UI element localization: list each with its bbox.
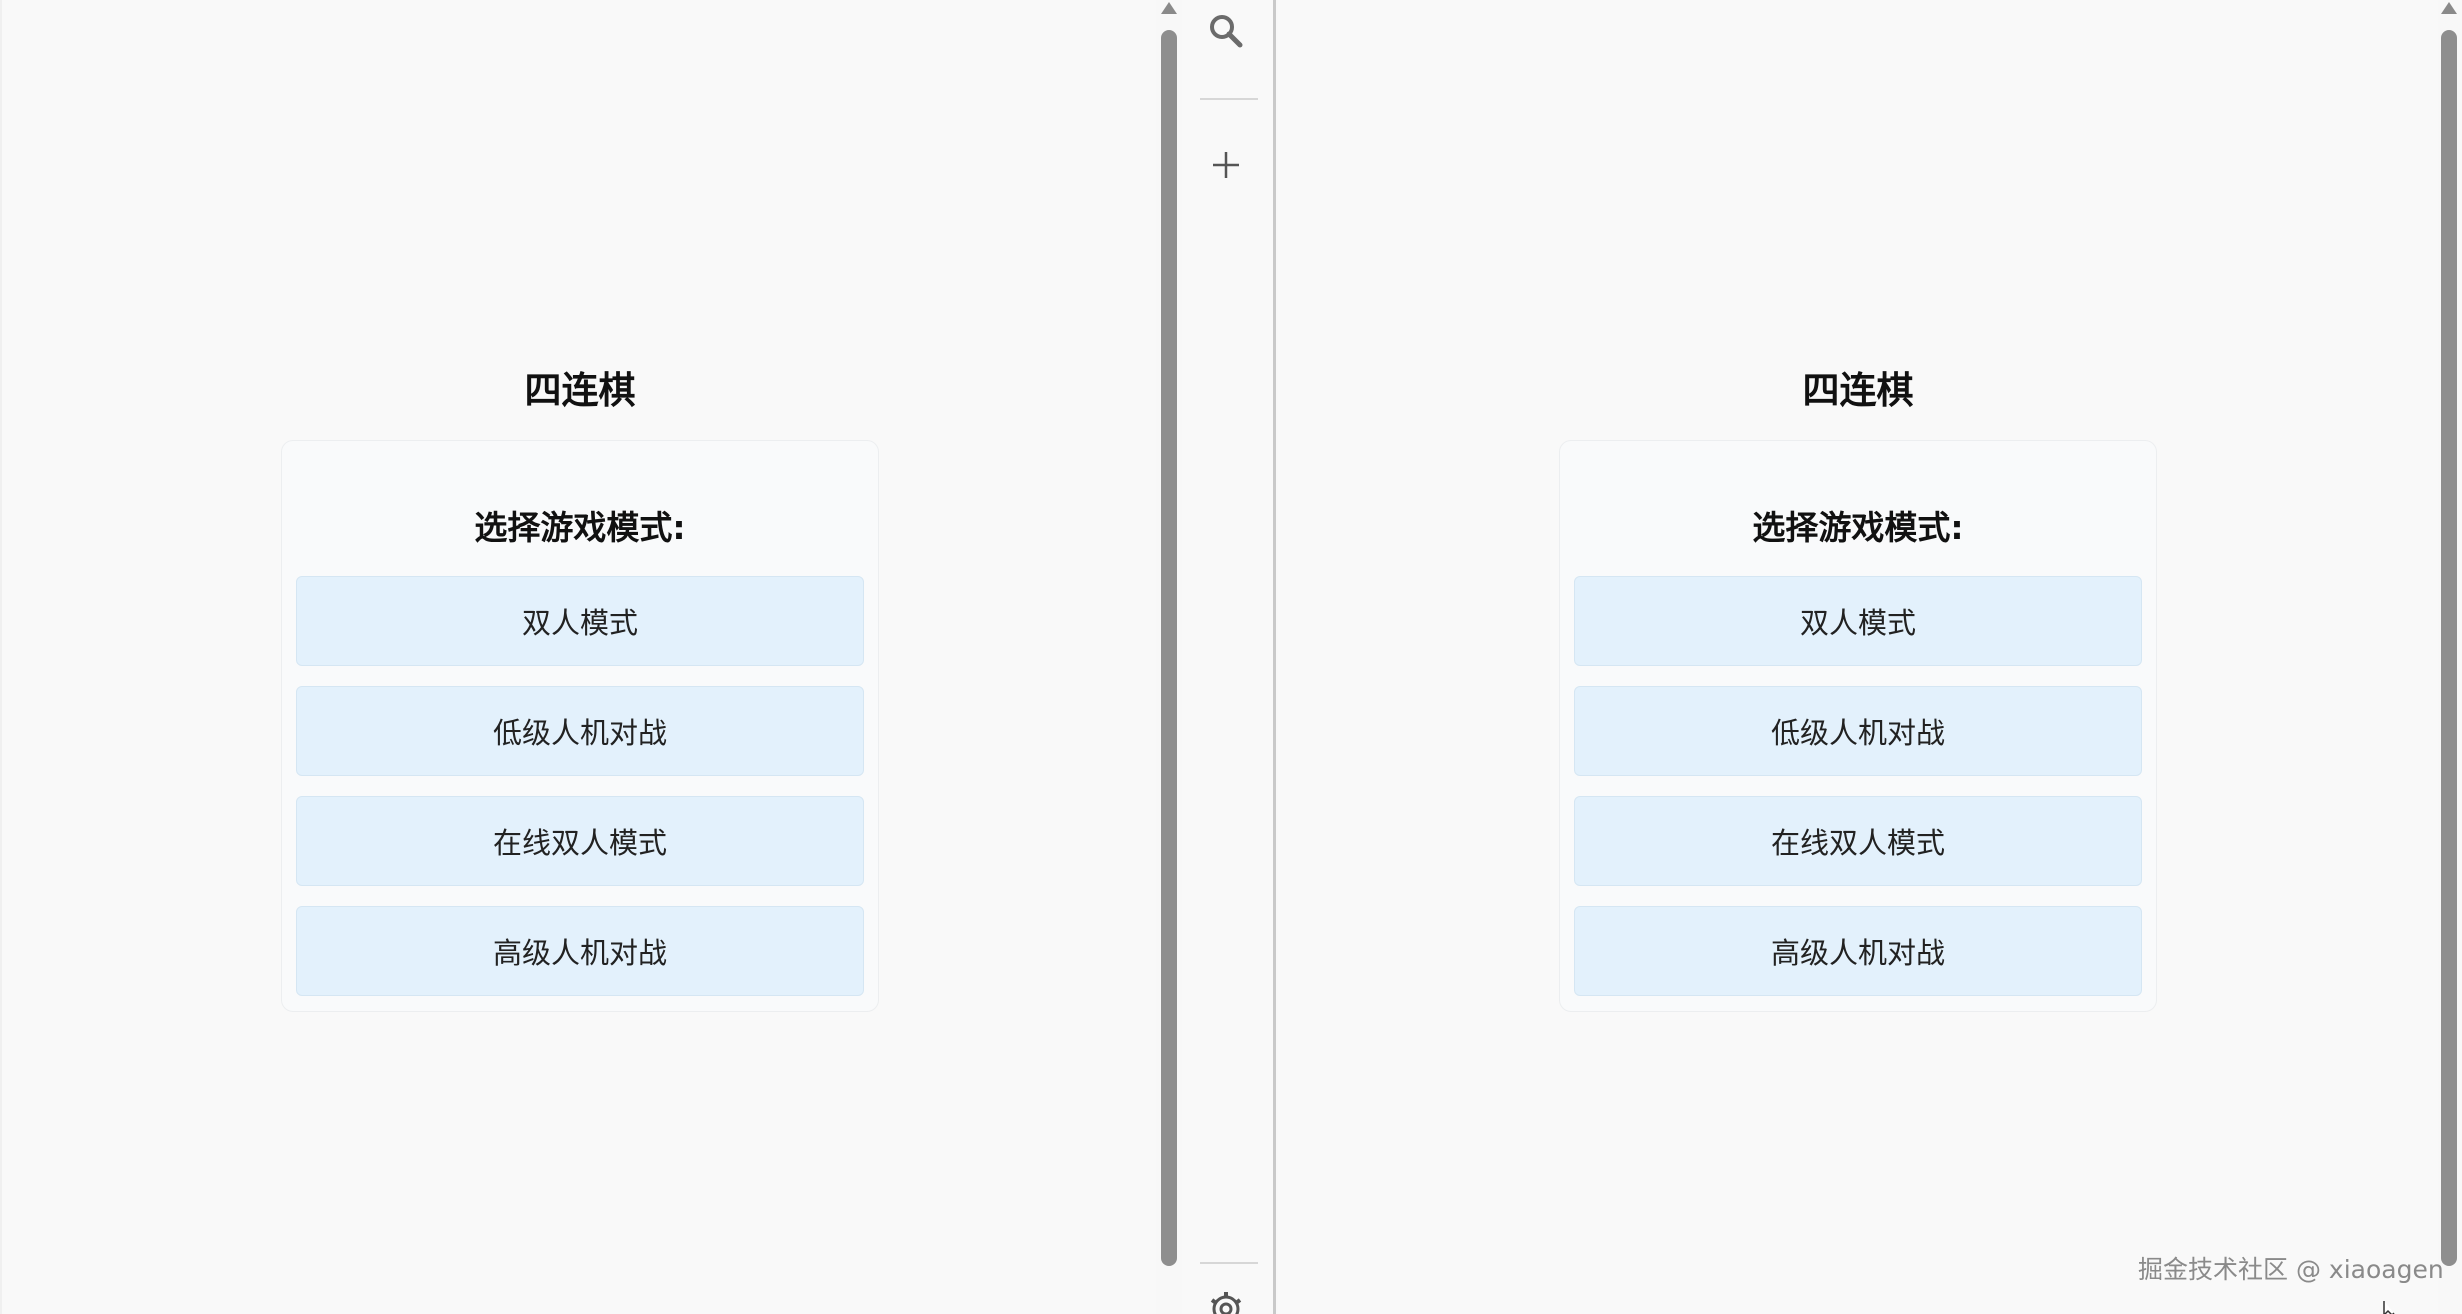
sidebar-divider bbox=[1200, 1262, 1258, 1264]
gear-icon[interactable] bbox=[1203, 1286, 1249, 1314]
scroll-up-arrow-icon[interactable] bbox=[1161, 2, 1177, 14]
split-view-window: 四连棋 选择游戏模式: 双人模式 低级人机对战 在线双人模式 高级人机对战 四连… bbox=[0, 0, 2462, 1314]
scrollbar-thumb[interactable] bbox=[2441, 30, 2457, 1266]
easy-ai-mode-button[interactable]: 低级人机对战 bbox=[1574, 686, 2142, 776]
search-icon[interactable] bbox=[1203, 8, 1249, 54]
game-title: 四连棋 bbox=[1802, 369, 1914, 412]
online-two-player-mode-button[interactable]: 在线双人模式 bbox=[1574, 796, 2142, 886]
sidebar-divider bbox=[1200, 98, 1258, 100]
left-pane-scrollbar[interactable] bbox=[1158, 0, 1180, 1314]
tool-sidebar bbox=[1182, 0, 1276, 1314]
mode-select-heading: 选择游戏模式: bbox=[474, 508, 686, 547]
watermark: 掘金技术社区 @ xiaoagen bbox=[2138, 1255, 2444, 1284]
mode-select-card: 选择游戏模式: 双人模式 低级人机对战 在线双人模式 高级人机对战 bbox=[281, 440, 879, 1012]
right-pane-scrollbar[interactable] bbox=[2438, 0, 2460, 1314]
hard-ai-mode-button[interactable]: 高级人机对战 bbox=[296, 906, 864, 996]
mouse-cursor-icon bbox=[2383, 1300, 2399, 1314]
hard-ai-mode-button[interactable]: 高级人机对战 bbox=[1574, 906, 2142, 996]
left-preview-pane: 四连棋 选择游戏模式: 双人模式 低级人机对战 在线双人模式 高级人机对战 bbox=[0, 0, 1156, 1314]
plus-icon[interactable] bbox=[1203, 142, 1249, 188]
scrollbar-thumb[interactable] bbox=[1161, 30, 1177, 1266]
two-player-mode-button[interactable]: 双人模式 bbox=[296, 576, 864, 666]
easy-ai-mode-button[interactable]: 低级人机对战 bbox=[296, 686, 864, 776]
mode-select-heading: 选择游戏模式: bbox=[1752, 508, 1964, 547]
game-title: 四连棋 bbox=[524, 369, 636, 412]
online-two-player-mode-button[interactable]: 在线双人模式 bbox=[296, 796, 864, 886]
mode-select-card: 选择游戏模式: 双人模式 低级人机对战 在线双人模式 高级人机对战 bbox=[1559, 440, 2157, 1012]
scroll-up-arrow-icon[interactable] bbox=[2441, 2, 2457, 14]
two-player-mode-button[interactable]: 双人模式 bbox=[1574, 576, 2142, 666]
right-preview-pane: 四连棋 选择游戏模式: 双人模式 低级人机对战 在线双人模式 高级人机对战 bbox=[1278, 0, 2438, 1314]
